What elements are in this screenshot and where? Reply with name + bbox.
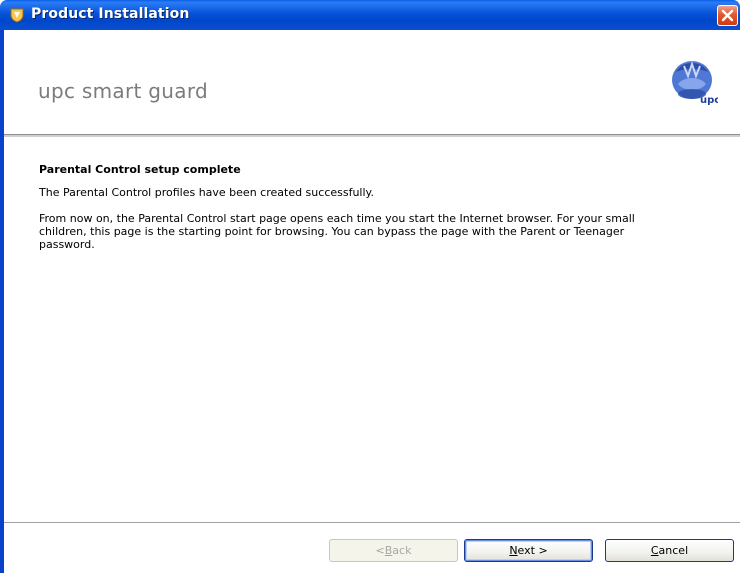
- title-bar[interactable]: Product Installation: [0, 0, 740, 30]
- shield-icon: [9, 7, 25, 23]
- window-title: Product Installation: [31, 6, 190, 22]
- cancel-button-mnemonic: C: [650, 544, 659, 557]
- header-divider-shadow: [4, 135, 740, 137]
- product-brand: upc smart guard: [38, 79, 208, 103]
- cancel-button-label: ancel: [658, 544, 689, 557]
- upc-logo-icon: upc: [672, 60, 718, 106]
- next-button-label: ext >: [517, 544, 548, 557]
- wizard-header: upc smart guard upc: [4, 30, 740, 134]
- logo-text: upc: [700, 95, 718, 106]
- back-button-label: ack: [392, 544, 412, 557]
- info-message: From now on, the Parental Control start …: [39, 212, 635, 251]
- next-button-mnemonic: N: [509, 544, 518, 557]
- next-button[interactable]: Next >: [464, 539, 593, 562]
- back-button-prefix: <: [375, 544, 385, 557]
- wizard-content: Parental Control setup complete The Pare…: [39, 163, 689, 264]
- close-icon: [721, 9, 734, 22]
- page-heading: Parental Control setup complete: [39, 163, 241, 176]
- back-button[interactable]: < Back: [329, 539, 458, 562]
- success-message: The Parental Control profiles have been …: [39, 186, 374, 199]
- back-button-mnemonic: B: [384, 544, 393, 557]
- cancel-button[interactable]: Cancel: [605, 539, 734, 562]
- close-button[interactable]: [717, 5, 738, 26]
